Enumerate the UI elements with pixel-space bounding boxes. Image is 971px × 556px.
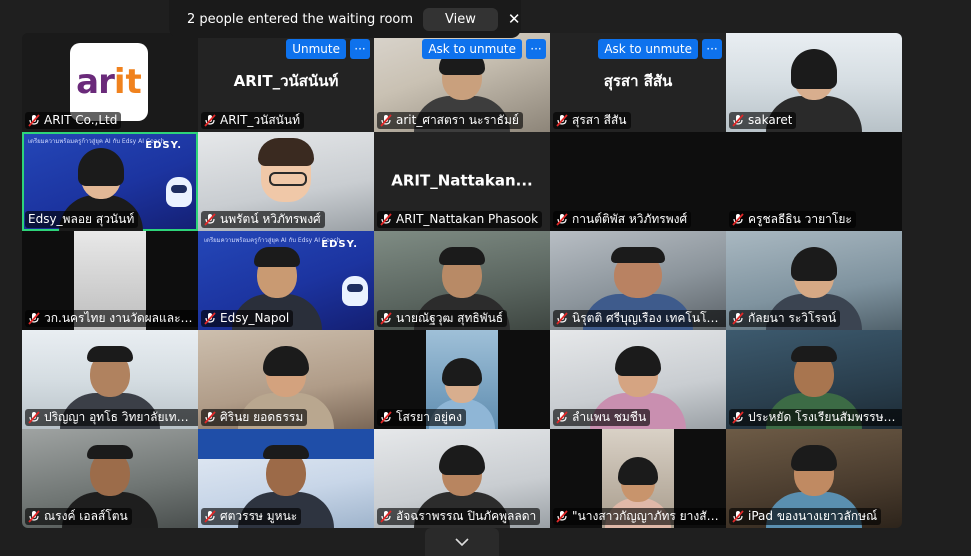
chevron-down-icon — [455, 538, 469, 546]
tile-actions: Ask to unmute ··· — [422, 39, 546, 59]
participant-tile[interactable]: นายณัฐวุฒ สุทธิพันธ์ — [374, 231, 550, 330]
participant-name-label: arit_ศาสตรา นะราธัมย์ — [377, 112, 523, 129]
participant-name-label: Edsy_Napol — [201, 310, 294, 327]
tile-actions: Ask to unmute ··· — [598, 39, 722, 59]
participant-tile[interactable]: ประหยัด โรงเรียนสัมพรรษพิช... — [726, 330, 902, 429]
participant-name-label: นายณัฐวุฒ สุทธิพันธ์ — [377, 310, 508, 327]
waiting-room-notification: 2 people entered the waiting room View ✕ — [169, 0, 521, 38]
muted-mic-icon — [380, 411, 392, 424]
participant-avatar — [258, 138, 314, 202]
muted-mic-icon — [732, 510, 744, 523]
muted-mic-icon — [380, 312, 392, 325]
participant-tile[interactable]: "นางสาวกัญญาภัทร ยางสัน... — [550, 429, 726, 528]
participant-name-label: ประหยัด โรงเรียนสัมพรรษพิช... — [729, 409, 902, 426]
muted-mic-icon — [204, 312, 216, 325]
more-options-button[interactable]: ··· — [350, 39, 370, 59]
muted-mic-icon — [732, 114, 744, 127]
muted-mic-icon — [556, 510, 568, 523]
muted-mic-icon — [732, 213, 744, 226]
muted-mic-icon — [28, 411, 40, 424]
participant-tile[interactable]: sakaret — [726, 33, 902, 132]
participant-tile[interactable]: ศตวรรษ มูหนะ — [198, 429, 374, 528]
participant-name-label: "นางสาวกัญญาภัทร ยางสัน... — [553, 508, 726, 525]
participant-tile[interactable]: วก.นครไทย งานวัดผลและประ... — [22, 231, 198, 330]
more-options-button[interactable]: ··· — [526, 39, 546, 59]
participant-tile[interactable]: ลำแพน ชมชื่น — [550, 330, 726, 429]
unmute-button[interactable]: Unmute — [286, 39, 346, 59]
edsy-logo: EDSY. — [145, 140, 182, 151]
participant-tile-active-speaker[interactable]: เตรียมความพร้อมครูก้าวสู่ยุค AI กับ Edsy… — [22, 132, 198, 231]
participant-name-label: กัลยนา ระวิโรจน์ — [729, 310, 841, 327]
participant-tile[interactable]: กานต์ติพัส หวิภัทรพงศ์ — [550, 132, 726, 231]
participant-display-name: ARIT_วนัสนันท์ — [233, 71, 339, 90]
muted-mic-icon — [204, 213, 216, 226]
muted-mic-icon — [380, 510, 392, 523]
participant-tile[interactable]: ปริญญา อุทโธ วิทยาลัยเทคโ... — [22, 330, 198, 429]
participant-name-label: อัจฉราพรรณ ปินภัคพูลลดา — [377, 508, 541, 525]
muted-mic-icon — [380, 213, 392, 226]
participant-tile[interactable]: ครูชลธีธิน วายาโยะ — [726, 132, 902, 231]
participant-name-label: ปริญญา อุทโธ วิทยาลัยเทคโ... — [25, 409, 198, 426]
participant-tile[interactable]: Ask to unmute ··· arit_ศาสตรา นะราธัมย์ — [374, 33, 550, 132]
participant-tile[interactable]: ARIT_Nattakan... ARIT_Nattakan Phasook — [374, 132, 550, 231]
muted-mic-icon — [732, 411, 744, 424]
tile-actions: Unmute ··· — [286, 39, 370, 59]
participant-tile[interactable]: ศิรินย ยอดธรรม — [198, 330, 374, 429]
muted-mic-icon — [732, 312, 744, 325]
participant-name-label: ครูชลธีธิน วายาโยะ — [729, 211, 856, 228]
participant-tile[interactable]: โสรยา อยู่คง — [374, 330, 550, 429]
participant-name-label: ณรงค์ เอลส์โตน — [25, 508, 132, 525]
ask-to-unmute-button[interactable]: Ask to unmute — [422, 39, 522, 59]
participant-tile[interactable]: ณรงค์ เอลส์โตน — [22, 429, 198, 528]
participant-name-label: โสรยา อยู่คง — [377, 409, 466, 426]
participant-display-name: ARIT_Nattakan... — [391, 171, 533, 190]
participant-name-label: sakaret — [729, 112, 797, 129]
participant-name-label: ARIT_วนัสนันท์ — [201, 112, 304, 129]
muted-mic-icon — [380, 114, 392, 127]
participant-name-label: Edsy_พลอย สุวนันท์ — [25, 211, 139, 228]
muted-mic-icon — [28, 114, 40, 127]
edsy-mascot-icon — [166, 177, 192, 207]
participant-name-label: ลำแพน ชมชื่น — [553, 409, 651, 426]
muted-mic-icon — [28, 312, 40, 325]
participant-name-label: วก.นครไทย งานวัดผลและประ... — [25, 310, 198, 327]
muted-mic-icon — [556, 114, 568, 127]
muted-mic-icon — [556, 213, 568, 226]
arit-logo: ar it — [70, 43, 148, 121]
participant-name-label: กานต์ติพัส หวิภัทรพงศ์ — [553, 211, 692, 228]
participant-name-label: นพรัตน์ หวิภัทรพงศ์ — [201, 211, 325, 228]
participant-name-label: นิรุตติ ศรีบุญเรือง เทคโนโลยีอ... — [553, 310, 726, 327]
participant-name-label: iPad ของนางเยาวลักษณ์ — [729, 508, 882, 525]
participant-tile[interactable]: เตรียมความพร้อมครูก้าวสู่ยุค AI กับ Edsy… — [198, 231, 374, 330]
participant-tile[interactable]: ar it ARIT Co.,Ltd — [22, 33, 198, 132]
close-icon[interactable]: ✕ — [508, 10, 521, 28]
participant-tile[interactable]: iPad ของนางเยาวลักษณ์ — [726, 429, 902, 528]
collapse-toolbar-button[interactable] — [425, 528, 499, 556]
notification-message: 2 people entered the waiting room — [187, 11, 414, 27]
muted-mic-icon — [28, 510, 40, 523]
participant-tile[interactable]: กัลยนา ระวิโรจน์ — [726, 231, 902, 330]
participant-display-name: สุรสา สีสัน — [603, 71, 673, 90]
participant-name-label: สุรสา สีสัน — [553, 112, 631, 129]
edsy-mascot-icon — [342, 276, 368, 306]
participant-tile[interactable]: Ask to unmute ··· สุรสา สีสัน สุรสา สีสั… — [550, 33, 726, 132]
participant-tile[interactable]: Unmute ··· ARIT_วนัสนันท์ ARIT_วนัสนันท์ — [198, 33, 374, 132]
participant-name-label: ศตวรรษ มูหนะ — [201, 508, 302, 525]
muted-mic-icon — [556, 411, 568, 424]
participant-tile[interactable]: นพรัตน์ หวิภัทรพงศ์ — [198, 132, 374, 231]
edsy-logo: EDSY. — [321, 239, 358, 250]
video-grid: ar it ARIT Co.,Ltd Unmute ··· ARIT_วนัสนั… — [22, 33, 902, 528]
ask-to-unmute-button[interactable]: Ask to unmute — [598, 39, 698, 59]
participant-name-label: ศิรินย ยอดธรรม — [201, 409, 308, 426]
view-waiting-room-button[interactable]: View — [423, 7, 498, 31]
participant-tile[interactable]: นิรุตติ ศรีบุญเรือง เทคโนโลยีอ... — [550, 231, 726, 330]
participant-name-label: ARIT Co.,Ltd — [25, 112, 122, 129]
muted-mic-icon — [204, 114, 216, 127]
muted-mic-icon — [204, 411, 216, 424]
participant-name-label: ARIT_Nattakan Phasook — [377, 211, 543, 228]
more-options-button[interactable]: ··· — [702, 39, 722, 59]
muted-mic-icon — [556, 312, 568, 325]
participant-tile[interactable]: อัจฉราพรรณ ปินภัคพูลลดา — [374, 429, 550, 528]
muted-mic-icon — [204, 510, 216, 523]
